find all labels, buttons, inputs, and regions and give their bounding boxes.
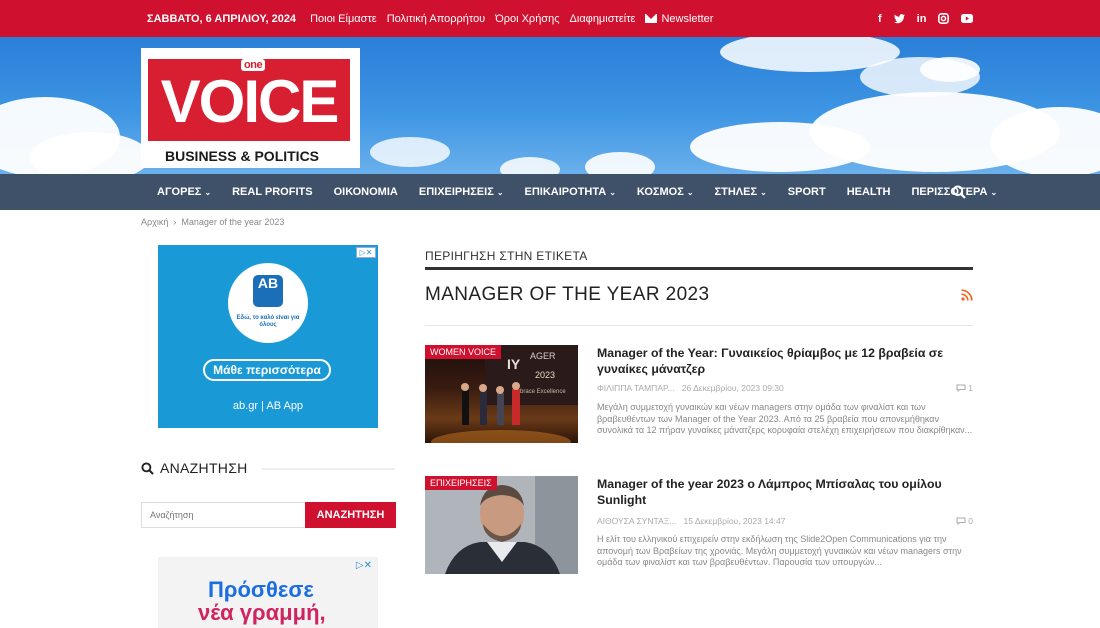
- comment-icon: [956, 384, 966, 392]
- sidebar-search-title: ΑΝΑΖΗΤΗΣΗ: [141, 460, 248, 476]
- ab-logo: AB: [253, 275, 283, 307]
- comment-count[interactable]: 1: [956, 383, 973, 393]
- article-card: ΕΠΙΧΕΙΡΗΣΕΙΣ Manager of the year 2023 ο …: [425, 476, 973, 586]
- svg-text:2023: 2023: [535, 370, 555, 380]
- nav-item-health[interactable]: HEALTH: [847, 186, 891, 198]
- nav-item-epikairotita[interactable]: ΕΠΙΚΑΙΡΟΤΗΤΑ ⌄: [525, 186, 616, 198]
- newsletter-label: Newsletter: [661, 12, 714, 25]
- divider: [425, 267, 973, 270]
- chevron-down-icon: ⌄: [609, 188, 616, 197]
- article-meta: ΦΙΛΙΠΠΑ ΤΑΜΠΑΡ... 26 Δεκεμβρίου, 2023 09…: [597, 383, 784, 393]
- search-icon[interactable]: [952, 185, 966, 199]
- chevron-down-icon: ⌄: [204, 188, 212, 197]
- chevron-down-icon: ⌄: [496, 188, 504, 197]
- rss-icon[interactable]: [961, 289, 973, 301]
- article-title[interactable]: Manager of the year 2023 ο Λάμπρος Μπίσα…: [597, 476, 973, 508]
- link-privacy[interactable]: Πολιτική Απορρήτου: [387, 13, 486, 25]
- nav-item-stiles[interactable]: ΣΤΗΛΕΣ ⌄: [715, 186, 767, 198]
- article-thumbnail[interactable]: IY AGER 2023 brace Excellence WOMEN VOIC…: [425, 345, 578, 443]
- nav-item-oikonomia[interactable]: ΟΙΚΟΝΟΜΙΑ: [334, 186, 398, 198]
- linkedin-icon[interactable]: in: [917, 13, 927, 25]
- article-author[interactable]: ΑΙΘΟΥΣΑ ΣΥΝΤΑΞ...: [597, 516, 676, 526]
- header-banner: one VOICE BUSINESS & POLITICS: [0, 37, 1100, 174]
- link-advertise[interactable]: Διαφημιστείτε: [570, 13, 636, 25]
- category-badge[interactable]: WOMEN VOICE: [425, 345, 502, 359]
- sidebar-ad-ab[interactable]: ▷✕ AB Εδώ, το καλό είναι για όλους Μάθε …: [158, 245, 378, 428]
- article-date: 15 Δεκεμβρίου, 2023 14:47: [683, 516, 786, 526]
- article-excerpt: Μεγάλη συμμετοχή γυναικών και νέων manag…: [597, 402, 973, 435]
- nav-item-sport[interactable]: SPORT: [788, 186, 826, 198]
- search-icon: [141, 461, 154, 475]
- nav-item-epixeiriseis[interactable]: ΕΠΙΧΕΙΡΗΣΕΙΣ ⌄: [419, 186, 504, 198]
- search-button[interactable]: ΑΝΑΖΗΤΗΣΗ: [305, 502, 396, 528]
- divider: [425, 325, 973, 326]
- link-terms[interactable]: Όροι Χρήσης: [495, 13, 559, 25]
- ab-tagline: Εδώ, το καλό είναι για όλους: [236, 315, 300, 328]
- link-about[interactable]: Ποιοι Είμαστε: [310, 13, 377, 25]
- comment-icon: [956, 517, 966, 525]
- site-logo[interactable]: one VOICE BUSINESS & POLITICS: [141, 48, 360, 168]
- facebook-icon[interactable]: f: [878, 13, 882, 25]
- divider: [262, 468, 395, 470]
- breadcrumb-home[interactable]: Αρχική: [141, 217, 168, 227]
- adchoices-icon[interactable]: ▷✕: [356, 560, 372, 571]
- chevron-down-icon: ⌄: [760, 188, 767, 197]
- mail-icon: [645, 14, 658, 23]
- instagram-icon[interactable]: [938, 13, 950, 24]
- nav-item-real-profits[interactable]: REAL PROFITS: [232, 186, 312, 198]
- search-input[interactable]: [141, 502, 305, 528]
- portrait-image: [425, 476, 578, 574]
- newsletter-link[interactable]: Newsletter: [645, 13, 713, 25]
- ad-footer-text: ab.gr | AB App: [232, 400, 304, 412]
- svg-text:AGER: AGER: [530, 351, 556, 361]
- article-author[interactable]: ΦΙΛΙΠΠΑ ΤΑΜΠΑΡ...: [597, 383, 675, 393]
- ad2-subheadline: νέα γραμμή,: [198, 600, 326, 625]
- current-date: ΣΑΒΒΑΤΟ, 6 ΑΠΡΙΛΙΟΥ, 2024: [147, 12, 297, 25]
- chevron-down-icon: ⌄: [990, 188, 998, 197]
- breadcrumb-separator: ›: [173, 217, 177, 227]
- article-card: IY AGER 2023 brace Excellence WOMEN VOIC…: [425, 345, 973, 455]
- category-badge[interactable]: ΕΠΙΧΕΙΡΗΣΕΙΣ: [425, 476, 497, 490]
- chevron-down-icon: ⌄: [686, 188, 694, 197]
- ad-cta-button[interactable]: Μάθε περισσότερα: [203, 359, 331, 381]
- svg-text:IY: IY: [507, 356, 521, 372]
- top-bar: ΣΑΒΒΑΤΟ, 6 ΑΠΡΙΛΙΟΥ, 2024 Ποιοι Είμαστε …: [0, 0, 1100, 37]
- main-nav: ΑΓΟΡΕΣ ⌄ REAL PROFITS ΟΙΚΟΝΟΜΙΑ ΕΠΙΧΕΙΡΗΣ…: [0, 174, 1100, 210]
- breadcrumb-current: Manager of the year 2023: [181, 217, 285, 227]
- comment-count[interactable]: 0: [956, 516, 973, 526]
- logo-red-block: one VOICE: [148, 59, 350, 141]
- article-date: 26 Δεκεμβρίου, 2023 09:30: [681, 383, 784, 393]
- twitter-icon[interactable]: [893, 13, 905, 24]
- logo-subtitle: BUSINESS & POLITICS: [165, 148, 320, 164]
- youtube-icon[interactable]: [961, 14, 974, 23]
- adchoices-icon[interactable]: ▷✕: [356, 247, 376, 258]
- ab-logo-circle: AB Εδώ, το καλό είναι για όλους: [228, 263, 308, 343]
- article-title[interactable]: Manager of the Year: Γυναικείος θρίαμβος…: [597, 345, 973, 377]
- logo-wordmark: VOICE: [160, 68, 340, 135]
- article-meta: ΑΙΘΟΥΣΑ ΣΥΝΤΑΞ... 15 Δεκεμβρίου, 2023 14…: [597, 516, 785, 526]
- nav-item-agores[interactable]: ΑΓΟΡΕΣ ⌄: [157, 186, 211, 198]
- breadcrumb: Αρχική › Manager of the year 2023: [141, 217, 284, 227]
- award-stage-image: IY AGER 2023 brace Excellence: [431, 345, 578, 443]
- nav-item-kosmos[interactable]: ΚΟΣΜΟΣ ⌄: [637, 186, 694, 198]
- sidebar-ad-2[interactable]: ▷✕ Πρόσθεσε νέα γραμμή,: [158, 557, 378, 628]
- page-title: MANAGER OF THE YEAR 2023: [425, 284, 710, 305]
- svg-text:brace Excellence: brace Excellence: [520, 389, 566, 395]
- tag-kicker: ΠΕΡΙΗΓΗΣΗ ΣΤΗΝ ΕΤΙΚΕΤΑ: [425, 249, 588, 263]
- article-excerpt: Η ελίτ του ελληνικού επιχειρείν στην εκδ…: [597, 534, 962, 567]
- article-thumbnail[interactable]: ΕΠΙΧΕΙΡΗΣΕΙΣ: [425, 476, 578, 574]
